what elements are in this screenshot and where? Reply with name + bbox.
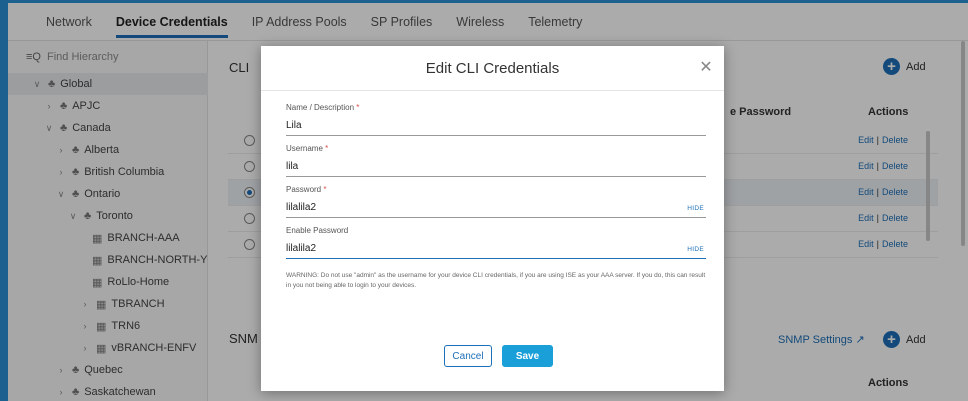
edit-cli-credentials-dialog: Edit CLI Credentials ✕ Name / Descriptio… xyxy=(261,46,724,391)
enable-password-input[interactable] xyxy=(286,239,706,259)
password-field: Password * HIDE xyxy=(286,185,706,218)
enable-password-label: Enable Password xyxy=(286,226,349,235)
admin-username-warning: WARNING: Do not use "admin" as the usern… xyxy=(286,272,706,289)
enable-password-hide-toggle[interactable]: HIDE xyxy=(687,246,704,253)
save-button[interactable]: Save xyxy=(502,345,553,367)
required-mark: * xyxy=(323,185,327,194)
username-label: Username * xyxy=(286,144,329,153)
name-description-label: Name / Description * xyxy=(286,103,360,112)
required-mark: * xyxy=(356,103,360,112)
username-input[interactable] xyxy=(286,157,706,177)
enable-password-field: Enable Password HIDE xyxy=(286,226,706,259)
name-description-input[interactable] xyxy=(286,116,706,136)
name-description-field: Name / Description * xyxy=(286,103,706,136)
password-label: Password * xyxy=(286,185,327,194)
cancel-button[interactable]: Cancel xyxy=(444,345,492,367)
password-hide-toggle[interactable]: HIDE xyxy=(687,205,704,212)
username-field: Username * xyxy=(286,144,706,177)
modal-title: Edit CLI Credentials xyxy=(425,60,560,77)
password-input[interactable] xyxy=(286,198,706,218)
close-icon[interactable]: ✕ xyxy=(696,58,716,78)
modal-divider xyxy=(261,90,724,91)
required-mark: * xyxy=(325,144,329,153)
